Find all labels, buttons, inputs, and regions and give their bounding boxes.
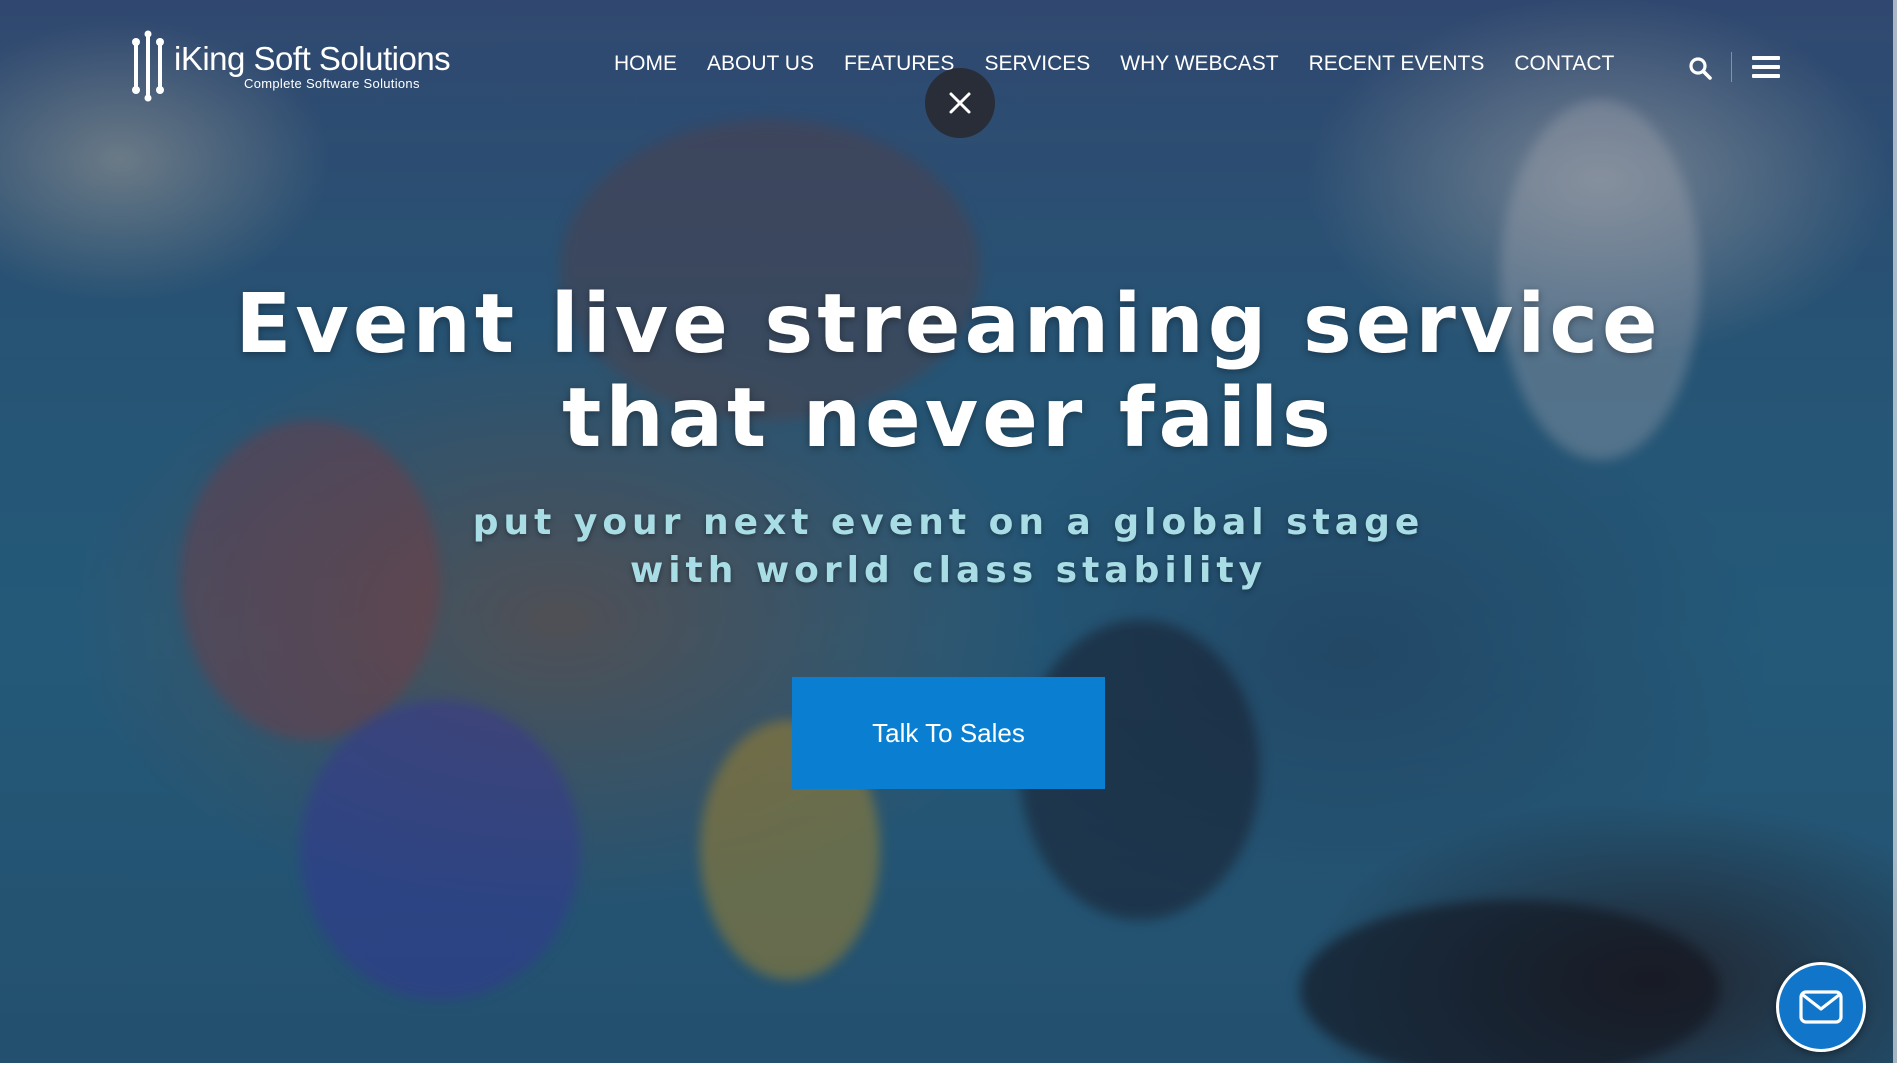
close-button[interactable] xyxy=(925,68,995,138)
nav-item-home[interactable]: HOME xyxy=(614,52,677,76)
search-icon[interactable] xyxy=(1688,56,1712,80)
hero-subheadline: put your next event on a global stage wi… xyxy=(0,499,1897,595)
nav-item-recent-events[interactable]: RECENT EVENTS xyxy=(1309,52,1485,76)
nav-item-features[interactable]: FEATURES xyxy=(844,52,954,76)
hero-subheadline-line-2: with world class stability xyxy=(629,550,1268,591)
hero-subheadline-line-1: put your next event on a global stage xyxy=(472,502,1425,543)
page-bottom-edge xyxy=(0,1063,1897,1067)
nav-item-about-us[interactable]: ABOUT US xyxy=(707,52,814,76)
talk-to-sales-button[interactable]: Talk To Sales xyxy=(792,677,1105,789)
brand-name: iKing Soft Solutions xyxy=(174,40,451,77)
nav-item-why-webcast[interactable]: WHY WEBCAST xyxy=(1120,52,1278,76)
main-menu: HOME ABOUT US FEATURES SERVICES WHY WEBC… xyxy=(614,52,1644,76)
logo[interactable]: iKing Soft Solutions Complete Software S… xyxy=(126,30,466,102)
nav-item-services[interactable]: SERVICES xyxy=(984,52,1090,76)
brand-tagline: Complete Software Solutions xyxy=(244,76,420,91)
nav-item-contact[interactable]: CONTACT xyxy=(1514,52,1614,76)
hamburger-icon[interactable] xyxy=(1752,56,1780,78)
mail-icon xyxy=(1799,990,1843,1024)
scrollbar-track[interactable] xyxy=(1893,0,1897,1067)
close-icon xyxy=(949,92,971,114)
nav-divider xyxy=(1731,52,1732,82)
hero-headline-line-1: Event live streaming service xyxy=(235,277,1662,372)
logo-mark-icon xyxy=(132,30,164,102)
hero-headline-line-2: that never fails xyxy=(562,371,1335,466)
hero-headline: Event live streaming service that never … xyxy=(0,278,1897,466)
chat-button[interactable] xyxy=(1776,962,1866,1052)
